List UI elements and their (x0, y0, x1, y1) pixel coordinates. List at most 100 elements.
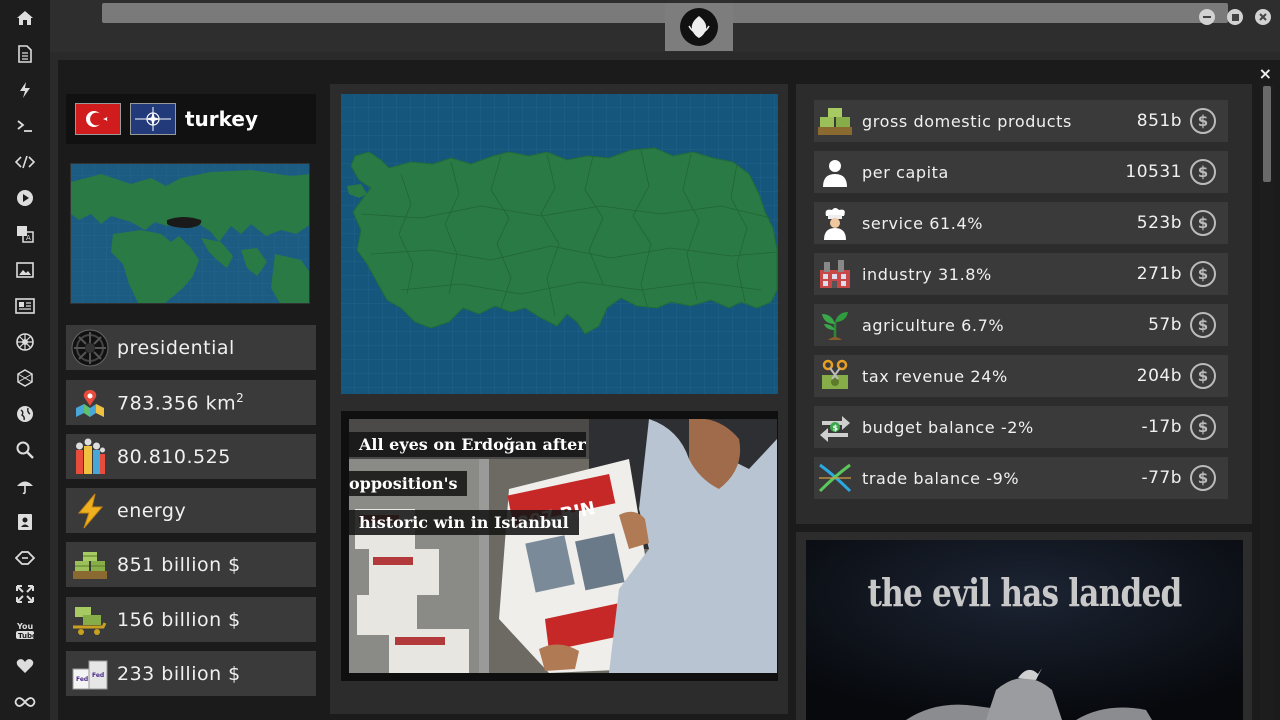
dollar-icon[interactable]: $ (1190, 210, 1216, 236)
promo-banner[interactable]: the evil has landed (796, 532, 1252, 720)
heart-icon[interactable] (14, 655, 36, 677)
money-cart-icon (70, 600, 110, 640)
money-stack-icon (70, 545, 110, 585)
economy-label: service 61.4% (862, 213, 984, 233)
document-icon[interactable] (14, 43, 36, 65)
economy-row-per-capita: per capita 10531 $ (814, 151, 1228, 193)
economy-value: 271b (1136, 264, 1182, 284)
center-column: 807 BIN All eyes on Erdoğan after opposi… (330, 84, 788, 714)
exchange-icon: $ (814, 406, 856, 448)
area-row: 783.356 km2 (66, 380, 316, 425)
person-icon (814, 151, 856, 193)
gdp-value: 851 billion $ (117, 553, 241, 576)
dollar-icon[interactable]: $ (1190, 312, 1216, 338)
economy-value: 57b (1148, 315, 1182, 335)
plant-icon (814, 304, 856, 346)
economy-row-budget: $ budget balance -2% -17b $ (814, 406, 1228, 448)
factory-icon (814, 253, 856, 295)
economy-row-tax: tax revenue 24% 204b $ (814, 355, 1228, 397)
infinity-icon[interactable] (14, 691, 36, 713)
exports-row: Fed Fed 233 billion $ (66, 651, 316, 696)
country-name: turkey (185, 107, 259, 131)
economy-label: tax revenue 24% (862, 366, 1008, 386)
panel-close-button[interactable]: × (1259, 64, 1272, 83)
scrollbar-thumb[interactable] (1263, 86, 1271, 182)
economy-row-gdp: gross domestic products 851b $ (814, 100, 1228, 142)
boxes-icon: Fed Fed (70, 654, 110, 694)
economy-label: industry 31.8% (862, 264, 992, 284)
economy-value: -77b (1141, 468, 1182, 488)
contact-card-icon[interactable] (14, 511, 36, 533)
dollar-icon[interactable]: $ (1190, 159, 1216, 185)
government-icon (70, 328, 110, 368)
expand-icon[interactable] (14, 583, 36, 605)
promo-image: the evil has landed (806, 540, 1243, 720)
economy-label: budget balance -2% (862, 417, 1034, 437)
economy-row-industry: industry 31.8% 271b $ (814, 253, 1228, 295)
empire-icon[interactable] (14, 331, 36, 353)
economy-label: trade balance -9% (862, 468, 1020, 488)
government-type: presidential (117, 336, 235, 359)
svg-text:Fed: Fed (76, 676, 88, 683)
energy-row: energy (66, 488, 316, 533)
hexagon-icon[interactable] (14, 367, 36, 389)
scissors-money-icon (814, 355, 856, 397)
maximize-icon[interactable] (1227, 9, 1243, 25)
minimize-icon[interactable] (1199, 9, 1215, 25)
rebel-alliance-icon[interactable] (665, 3, 733, 51)
energy-icon (70, 491, 110, 531)
money-stack-icon (814, 100, 856, 142)
economy-value: 523b (1136, 213, 1182, 233)
home-icon[interactable] (14, 7, 36, 29)
dollar-icon[interactable]: $ (1190, 465, 1216, 491)
country-map[interactable] (341, 94, 778, 394)
nato-flag (130, 103, 176, 135)
economy-label: agriculture 6.7% (862, 315, 1005, 335)
exports-value: 233 billion $ (117, 662, 241, 685)
svg-text:A: A (26, 234, 31, 242)
dollar-icon[interactable]: $ (1190, 414, 1216, 440)
code-icon[interactable] (14, 151, 36, 173)
play-icon[interactable] (14, 187, 36, 209)
svg-text:$: $ (833, 424, 839, 433)
economy-value: 10531 (1125, 162, 1182, 182)
umbrella-icon[interactable] (14, 475, 36, 497)
dollar-icon[interactable]: $ (1190, 261, 1216, 287)
image-icon[interactable] (14, 259, 36, 281)
search-icon[interactable] (14, 439, 36, 461)
youtube-icon[interactable]: You Tube (14, 619, 36, 641)
panel-scrollbar[interactable] (1260, 84, 1274, 720)
economy-value: 204b (1136, 366, 1182, 386)
news-headline[interactable]: All eyes on Erdoğan after opposition's hi… (349, 425, 671, 542)
economy-label: gross domestic products (862, 111, 1072, 131)
svg-text:Tube: Tube (18, 632, 35, 640)
government-row: presidential (66, 325, 316, 370)
terminal-icon[interactable] (14, 115, 36, 137)
turkey-flag (75, 103, 121, 135)
newspaper-icon[interactable] (14, 295, 36, 317)
tag-icon[interactable] (14, 547, 36, 569)
dollar-icon[interactable]: $ (1190, 108, 1216, 134)
world-minimap[interactable] (70, 163, 310, 304)
chef-icon (814, 202, 856, 244)
promo-headline: the evil has landed (867, 570, 1183, 615)
area-map-icon (70, 383, 110, 423)
app-sidebar: A You Tube (0, 0, 50, 720)
lightning-icon[interactable] (14, 79, 36, 101)
translate-icon[interactable]: A (14, 223, 36, 245)
energy-label: energy (117, 499, 187, 522)
economy-label: per capita (862, 162, 949, 182)
area-value: 783.356 km2 (117, 390, 245, 415)
trade-cross-icon (814, 457, 856, 499)
top-bar (50, 0, 1280, 52)
economy-row-agriculture: agriculture 6.7% 57b $ (814, 304, 1228, 346)
dollar-icon[interactable]: $ (1190, 363, 1216, 389)
economy-value: -17b (1141, 417, 1182, 437)
news-card[interactable]: 807 BIN All eyes on Erdoğan after opposi… (341, 411, 778, 681)
population-value: 80.810.525 (117, 445, 231, 468)
economy-panel: gross domestic products 851b $ per capit… (796, 84, 1252, 524)
population-icon (70, 437, 110, 477)
globe-icon[interactable] (14, 403, 36, 425)
close-icon[interactable] (1255, 9, 1271, 25)
country-panel: × turkey presidential 783.356 km2 80.810… (58, 60, 1280, 720)
